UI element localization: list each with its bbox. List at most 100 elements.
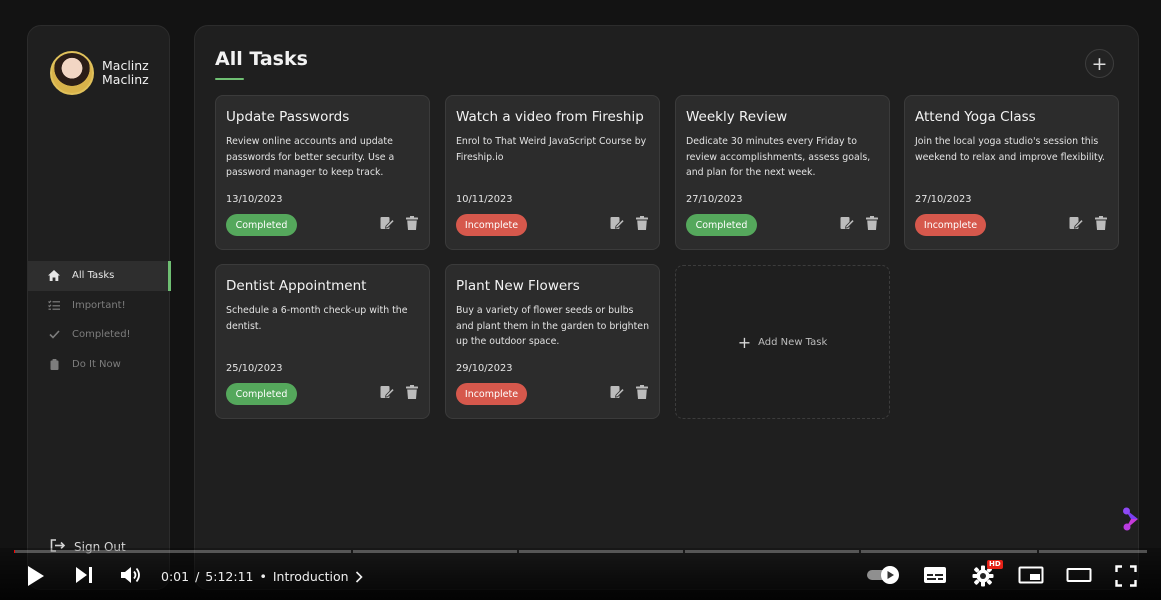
sidebar-item-label: All Tasks bbox=[72, 270, 115, 282]
skip-next-icon bbox=[76, 567, 92, 583]
task-description: Enrol to That Weird JavaScript Course by… bbox=[456, 136, 647, 163]
autoplay-toggle[interactable] bbox=[866, 565, 902, 585]
task-date: 13/10/2023 bbox=[226, 194, 283, 205]
sidebar-item-important[interactable]: Important! bbox=[28, 291, 171, 321]
plus-icon: + bbox=[737, 332, 752, 352]
main-panel: All Tasks + Update Passwords Review onlin… bbox=[194, 25, 1139, 590]
edit-task-button[interactable] bbox=[380, 384, 395, 403]
task-date: 27/10/2023 bbox=[686, 194, 743, 205]
sidebar: Maclinz Maclinz All Tasks Important! Com… bbox=[27, 25, 171, 590]
sidebar-item-label: Completed! bbox=[72, 329, 131, 341]
volume-icon bbox=[121, 567, 140, 583]
miniplayer-icon bbox=[1018, 566, 1044, 584]
chapter-marker bbox=[351, 550, 353, 553]
chapter-marker bbox=[1037, 550, 1039, 553]
edit-task-button[interactable] bbox=[380, 215, 395, 234]
status-badge[interactable]: Completed bbox=[226, 214, 297, 236]
sidebar-item-completed[interactable]: Completed! bbox=[28, 320, 171, 350]
subtitles-icon bbox=[924, 567, 946, 583]
delete-task-button[interactable] bbox=[865, 215, 879, 234]
edit-icon bbox=[1069, 215, 1084, 234]
edit-icon bbox=[610, 215, 625, 234]
volume-button[interactable] bbox=[120, 565, 142, 585]
edit-icon bbox=[380, 215, 395, 234]
delete-task-button[interactable] bbox=[1094, 215, 1108, 232]
edit-task-button[interactable] bbox=[840, 215, 855, 234]
fullscreen-button[interactable] bbox=[1115, 565, 1137, 587]
task-title: Dentist Appointment bbox=[226, 278, 367, 294]
edit-task-button[interactable] bbox=[1069, 215, 1084, 234]
chapter-marker bbox=[683, 550, 685, 553]
delete-task-button[interactable] bbox=[635, 384, 649, 403]
task-card: Plant New Flowers Buy a variety of flower… bbox=[445, 264, 660, 419]
user-profile[interactable]: Maclinz Maclinz bbox=[50, 51, 149, 95]
channel-logo-icon bbox=[1122, 506, 1142, 536]
task-card: Weekly Review Dedicate 30 minutes every F… bbox=[675, 95, 890, 250]
list-check-icon bbox=[48, 299, 60, 311]
avatar bbox=[50, 51, 94, 95]
task-date: 10/11/2023 bbox=[456, 194, 513, 205]
trash-icon bbox=[636, 384, 648, 403]
time-display: 0:01 / 5:12:11 • Introduction bbox=[161, 569, 363, 584]
task-title: Attend Yoga Class bbox=[915, 109, 1036, 125]
theater-mode-button[interactable] bbox=[1066, 565, 1092, 585]
play-icon bbox=[28, 566, 44, 586]
subtitles-button[interactable] bbox=[923, 565, 947, 585]
check-icon bbox=[48, 329, 60, 341]
trash-icon bbox=[636, 215, 648, 234]
task-card: Attend Yoga Class Join the local yoga stu… bbox=[904, 95, 1119, 250]
miniplayer-button[interactable] bbox=[1018, 565, 1044, 585]
task-date: 25/10/2023 bbox=[226, 363, 283, 374]
edit-task-button[interactable] bbox=[610, 385, 625, 401]
task-card: Dentist Appointment Schedule a 6-month ch… bbox=[215, 264, 430, 419]
edit-task-button[interactable] bbox=[610, 215, 625, 234]
sidebar-item-label: Do It Now bbox=[72, 358, 121, 370]
user-last-name: Maclinz bbox=[102, 72, 149, 87]
task-description: Buy a variety of flower seeds or bulbs a… bbox=[456, 305, 650, 347]
next-button[interactable] bbox=[74, 565, 94, 585]
task-description: Schedule a 6-month check-up with the den… bbox=[226, 305, 408, 332]
delete-task-button[interactable] bbox=[635, 215, 649, 234]
user-first-name: Maclinz bbox=[102, 58, 149, 73]
page-title: All Tasks bbox=[215, 48, 308, 70]
chapter-title[interactable]: Introduction bbox=[273, 569, 349, 584]
task-title: Plant New Flowers bbox=[456, 278, 580, 294]
edit-icon bbox=[380, 384, 395, 403]
status-badge[interactable]: Completed bbox=[686, 214, 757, 236]
plus-icon: + bbox=[1091, 52, 1108, 75]
task-description: Review online accounts and update passwo… bbox=[226, 136, 395, 178]
status-badge[interactable]: Completed bbox=[226, 383, 297, 405]
delete-task-button[interactable] bbox=[405, 384, 419, 403]
video-player-controls: 0:01 / 5:12:11 • Introduction HD bbox=[0, 548, 1161, 600]
trash-icon bbox=[406, 384, 418, 403]
sidebar-item-do-it-now[interactable]: Do It Now bbox=[28, 350, 171, 380]
duration: 5:12:11 bbox=[205, 569, 254, 584]
app-frame: Maclinz Maclinz All Tasks Important! Com… bbox=[0, 0, 1161, 600]
user-name: Maclinz Maclinz bbox=[102, 59, 149, 87]
chapter-marker bbox=[859, 550, 861, 553]
status-badge[interactable]: Incomplete bbox=[915, 214, 986, 236]
delete-task-button[interactable] bbox=[405, 215, 419, 234]
autoplay-toggle-icon bbox=[867, 566, 899, 584]
trash-icon bbox=[406, 215, 418, 234]
play-button[interactable] bbox=[26, 565, 46, 587]
add-new-task-card[interactable]: + Add New Task bbox=[675, 265, 890, 419]
home-icon bbox=[48, 270, 60, 282]
progress-fill bbox=[14, 550, 15, 553]
time-separator: / bbox=[195, 569, 200, 584]
status-badge[interactable]: Incomplete bbox=[456, 214, 527, 236]
add-task-button[interactable]: + bbox=[1085, 49, 1114, 78]
sidebar-item-label: Important! bbox=[72, 299, 126, 311]
edit-icon bbox=[840, 215, 855, 234]
chapter-bullet: • bbox=[259, 569, 267, 584]
task-description: Dedicate 30 minutes every Friday to revi… bbox=[686, 136, 871, 178]
chapter-marker bbox=[517, 550, 519, 553]
video-progress-bar[interactable] bbox=[14, 550, 1147, 553]
task-date: 27/10/2023 bbox=[915, 194, 972, 205]
sidebar-item-all-tasks[interactable]: All Tasks bbox=[28, 261, 171, 291]
trash-icon bbox=[866, 215, 878, 234]
task-title: Watch a video from Fireship bbox=[456, 109, 644, 125]
task-description: Join the local yoga studio's session thi… bbox=[915, 136, 1105, 163]
current-time: 0:01 bbox=[161, 569, 190, 584]
status-badge[interactable]: Incomplete bbox=[456, 383, 527, 405]
